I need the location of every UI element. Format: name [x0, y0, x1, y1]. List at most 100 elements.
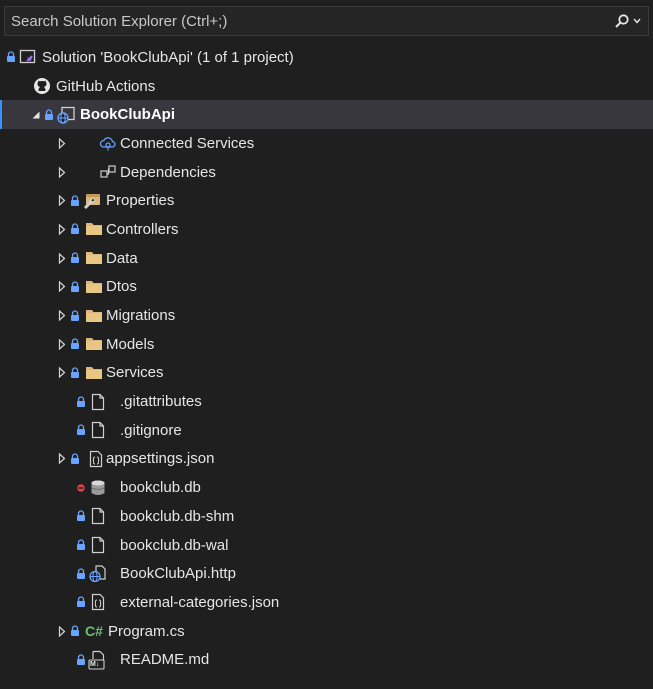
tree-row-gitattributes[interactable]: .gitattributes — [0, 387, 653, 416]
tree-row-models[interactable]: Models — [0, 330, 653, 359]
solution-explorer: Solution 'BookClubApi' (1 of 1 project) … — [0, 0, 653, 689]
expand-arrow-icon[interactable] — [56, 194, 68, 208]
expand-arrow-icon[interactable] — [56, 136, 68, 150]
csharp-badge: C# — [85, 623, 103, 640]
tree-row-services[interactable]: Services — [0, 359, 653, 388]
github-actions-label: GitHub Actions — [56, 77, 156, 95]
file-icon — [88, 392, 108, 412]
item-label: Models — [106, 335, 155, 353]
item-label: Migrations — [106, 307, 176, 325]
properties-wrench-icon — [82, 191, 102, 211]
item-label: Dependencies — [120, 163, 216, 181]
expand-arrow-icon[interactable] — [56, 165, 68, 179]
lock-icon — [70, 222, 80, 236]
lock-icon — [6, 50, 16, 64]
solution-tree: Solution 'BookClubApi' (1 of 1 project) … — [0, 43, 653, 674]
tree-row-readme[interactable]: M↓ README.md — [0, 645, 653, 674]
tree-row-appsettings[interactable]: appsettings.json — [0, 445, 653, 474]
lock-icon — [76, 423, 86, 437]
item-label: .gitattributes — [120, 393, 202, 411]
collapse-arrow-icon[interactable] — [30, 108, 42, 122]
lock-icon — [70, 337, 80, 351]
web-project-icon — [56, 105, 76, 125]
tree-row-gitignore[interactable]: .gitignore — [0, 416, 653, 445]
error-dot-icon — [76, 481, 86, 495]
item-label: bookclub.db — [120, 479, 201, 497]
search-input[interactable] — [5, 7, 606, 35]
item-label: README.md — [120, 651, 210, 669]
folder-icon — [84, 219, 104, 239]
solution-icon — [18, 47, 38, 67]
tree-row-dtos[interactable]: Dtos — [0, 273, 653, 302]
item-label: external-categories.json — [120, 593, 280, 611]
http-file-icon — [88, 564, 108, 584]
tree-row-program-cs[interactable]: C# Program.cs — [0, 617, 653, 646]
json-file-icon — [86, 449, 106, 469]
tree-row-bookclub-db-shm[interactable]: bookclub.db-shm — [0, 502, 653, 531]
lock-icon — [70, 280, 80, 294]
json-file-icon — [88, 592, 108, 612]
lock-icon — [70, 366, 80, 380]
lock-icon — [76, 653, 86, 667]
folder-icon — [84, 277, 104, 297]
markdown-file-icon: M↓ — [88, 650, 108, 670]
item-label: Dtos — [106, 278, 137, 296]
folder-icon — [84, 248, 104, 268]
tree-row-controllers[interactable]: Controllers — [0, 215, 653, 244]
item-label: BookClubApi.http — [120, 565, 236, 583]
item-label: Services — [106, 364, 164, 382]
expand-arrow-icon[interactable] — [56, 452, 68, 466]
dependencies-icon — [98, 162, 118, 182]
search-icon — [614, 13, 630, 29]
item-label: bookclub.db-shm — [120, 507, 235, 525]
lock-icon — [76, 595, 86, 609]
item-label: appsettings.json — [106, 450, 215, 468]
expand-arrow-icon[interactable] — [56, 251, 68, 265]
database-file-icon — [88, 478, 108, 498]
tree-row-github-actions[interactable]: GitHub Actions — [0, 72, 653, 101]
file-icon — [88, 420, 108, 440]
lock-icon — [70, 251, 80, 265]
file-icon — [88, 535, 108, 555]
lock-icon — [76, 567, 86, 581]
tree-row-dependencies[interactable]: Dependencies — [0, 158, 653, 187]
search-box[interactable] — [4, 6, 649, 36]
dropdown-arrow-icon — [632, 18, 641, 24]
file-icon — [88, 506, 108, 526]
item-label: Controllers — [106, 220, 179, 238]
tree-row-bookclub-db[interactable]: bookclub.db — [0, 473, 653, 502]
expand-arrow-icon[interactable] — [56, 366, 68, 380]
search-options-button[interactable] — [606, 7, 648, 35]
folder-icon — [84, 334, 104, 354]
tree-row-connected-services[interactable]: Connected Services — [0, 129, 653, 158]
item-label: Program.cs — [108, 622, 185, 640]
expand-arrow-icon[interactable] — [56, 280, 68, 294]
tree-row-solution[interactable]: Solution 'BookClubApi' (1 of 1 project) — [0, 43, 653, 72]
item-label: Properties — [106, 192, 175, 210]
item-label: .gitignore — [120, 421, 182, 439]
tree-row-data[interactable]: Data — [0, 244, 653, 273]
lock-icon — [70, 452, 80, 466]
solution-label: Solution 'BookClubApi' (1 of 1 project) — [42, 48, 294, 66]
item-label: bookclub.db-wal — [120, 536, 229, 554]
lock-icon — [76, 395, 86, 409]
csharp-file-icon: C# — [82, 621, 106, 641]
expand-arrow-icon[interactable] — [56, 309, 68, 323]
expand-arrow-icon[interactable] — [56, 624, 68, 638]
tree-row-http-file[interactable]: BookClubApi.http — [0, 559, 653, 588]
expand-arrow-icon[interactable] — [56, 222, 68, 236]
expand-arrow-icon[interactable] — [56, 337, 68, 351]
github-icon — [32, 76, 52, 96]
lock-icon — [76, 509, 86, 523]
tree-row-migrations[interactable]: Migrations — [0, 301, 653, 330]
tree-row-properties[interactable]: Properties — [0, 186, 653, 215]
markdown-badge: M↓ — [90, 660, 100, 668]
lock-icon — [70, 194, 80, 208]
connected-services-icon — [98, 133, 118, 153]
tree-row-bookclub-db-wal[interactable]: bookclub.db-wal — [0, 531, 653, 560]
tree-row-project[interactable]: BookClubApi — [0, 100, 653, 130]
lock-icon — [70, 309, 80, 323]
tree-row-external-categories[interactable]: external-categories.json — [0, 588, 653, 617]
lock-icon — [76, 538, 86, 552]
lock-icon — [70, 624, 80, 638]
